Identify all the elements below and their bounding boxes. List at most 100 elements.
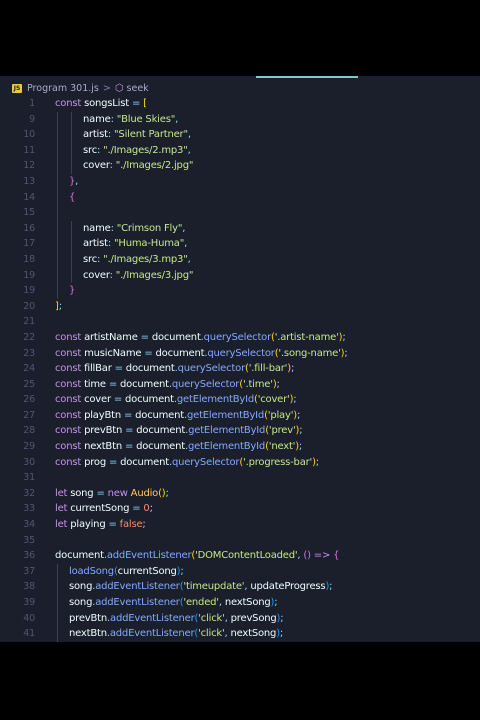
code-token: "Blue Skies" — [116, 113, 176, 125]
code-token: { — [69, 191, 76, 203]
code-token: () — [303, 550, 311, 562]
code-line[interactable]: 30 const prog = document.querySelector('.… — [0, 455, 480, 471]
code-line[interactable]: 16 name: "Crimson Fly", — [0, 221, 480, 237]
code-line[interactable]: 14 { — [0, 190, 480, 206]
code-token: 'DOMContentLoaded' — [195, 550, 298, 562]
code-token: song — [70, 487, 97, 499]
code-line[interactable]: 19 cover: "./Images/3.jpg" — [0, 268, 480, 284]
code-text: const nextBtn = document.getElementById(… — [55, 439, 302, 455]
code-token: '.fill-bar' — [248, 363, 288, 375]
code-text: const songsList = [ — [55, 96, 147, 112]
code-token: 'next' — [268, 441, 296, 453]
line-number: 9 — [29, 113, 35, 125]
code-token: src — [83, 144, 97, 156]
code-line[interactable]: 11 src: "./Images/2.mp3", — [0, 143, 480, 159]
line-number: 19 — [23, 269, 35, 281]
code-line[interactable]: 34 let playing = false; — [0, 517, 480, 533]
code-token: querySelector — [171, 378, 240, 390]
code-text: } — [69, 283, 75, 299]
code-token: querySelector — [177, 363, 246, 375]
code-line[interactable]: 28 const prevBtn = document.getElementByI… — [0, 423, 480, 439]
code-text: song.addEventListener('timeupdate', upda… — [69, 579, 333, 595]
code-token: const — [55, 441, 85, 453]
code-token: ; — [293, 394, 297, 406]
code-token: 'ended' — [183, 597, 219, 608]
code-token: artistName — [84, 331, 141, 343]
code-line[interactable]: 24 const fillBar = document.querySelector… — [0, 361, 480, 377]
code-token: = — [96, 487, 108, 499]
code-line[interactable]: 33 let currentSong = 0; — [0, 501, 480, 517]
code-line[interactable]: 17 artist: "Huma-Huma", — [0, 236, 480, 252]
line-number: 29 — [23, 441, 35, 453]
code-line[interactable]: 19} — [0, 283, 480, 299]
code-line[interactable]: 29 const nextBtn = document.getElementByI… — [0, 439, 480, 455]
code-token: 'cover' — [257, 394, 290, 406]
code-text: name: "Blue Skies", — [83, 112, 178, 128]
code-token: = — [123, 409, 136, 421]
code-line[interactable]: 9 name: "Blue Skies", — [0, 112, 480, 128]
code-line[interactable]: 22 const artistName = document.querySelec… — [0, 330, 480, 346]
breadcrumb-symbol-name[interactable]: seek — [127, 83, 149, 94]
code-token: prevBtn — [69, 612, 108, 624]
code-line[interactable]: 37 loadSong(currentSong); — [0, 564, 480, 580]
line-number: 18 — [23, 253, 35, 265]
js-file-icon: JS — [12, 83, 22, 93]
code-line[interactable]: 32 let song = new Audio(); — [0, 486, 480, 502]
code-token: const — [55, 98, 85, 109]
code-token: addEventListener — [95, 581, 180, 593]
code-token: currentSong — [70, 503, 133, 515]
code-line[interactable]: 23 const musicName = document.querySelect… — [0, 346, 480, 362]
code-token: = — [108, 519, 120, 531]
code-line[interactable]: 41 nextBtn.addEventListener('click', next… — [0, 626, 480, 642]
code-line[interactable]: 21 — [0, 314, 480, 330]
code-token: Audio — [130, 487, 159, 499]
code-token: = — [113, 394, 126, 406]
code-text: song.addEventListener('ended', nextSong)… — [69, 595, 278, 611]
code-token: fillBar — [84, 363, 115, 375]
code-token: const — [55, 456, 85, 468]
breadcrumb[interactable]: JS Program 301.js > ⬡ seek — [0, 79, 480, 97]
code-text: loadSong(currentSong); — [69, 564, 184, 580]
code-text: document.addEventListener('DOMContentLoa… — [55, 548, 340, 564]
code-text: const prog = document.querySelector('.pr… — [55, 455, 319, 471]
code-token: ; — [296, 409, 301, 421]
code-token: let — [55, 487, 71, 499]
code-token: '.time' — [242, 378, 273, 390]
breadcrumb-file-name[interactable]: Program 301.js — [27, 83, 99, 94]
code-line[interactable]: 10 artist: "Silent Partner", — [0, 127, 480, 143]
code-area[interactable]: 1 const songsList = [ 9 name: "Blue Skies",… — [0, 96, 480, 642]
code-token: document — [136, 441, 185, 453]
code-line[interactable]: 25 const time = document.querySelector('.… — [0, 377, 480, 393]
code-line[interactable]: 38 song.addEventListener('timeupdate', up… — [0, 579, 480, 595]
code-line[interactable]: 40 prevBtn.addEventListener('click', prev… — [0, 611, 480, 627]
code-line[interactable]: 1 const songsList = [ — [0, 96, 480, 112]
code-line[interactable]: 26 const cover = document.getElementById(… — [0, 392, 480, 408]
code-line[interactable]: 27 const playBtn = document.getElementByI… — [0, 408, 480, 424]
code-token: document — [136, 425, 186, 437]
code-line[interactable]: 31 — [0, 470, 480, 486]
code-text: }, — [69, 174, 78, 190]
code-line[interactable]: 35 — [0, 533, 480, 549]
code-line[interactable]: 36 document.addEventListener('DOMContentL… — [0, 548, 480, 564]
code-line[interactable]: 18 src: "./Images/3.mp3", — [0, 252, 480, 268]
line-number: 1 — [29, 98, 35, 109]
code-token: = — [131, 98, 144, 109]
code-token: ; — [165, 487, 169, 499]
code-text: cover: "./Images/3.jpg" — [83, 268, 193, 284]
line-number: 13 — [23, 175, 35, 187]
code-line[interactable]: 15 — [0, 205, 480, 221]
code-text: nextBtn.addEventListener('click', nextSo… — [69, 626, 283, 642]
code-token: document — [55, 550, 104, 562]
code-token: name — [83, 113, 111, 125]
code-line[interactable]: 12 cover: "./Images/2.jpg" — [0, 158, 480, 174]
code-token: , — [182, 222, 186, 234]
code-token: '.artist-name' — [274, 331, 339, 343]
code-line[interactable]: 13}, — [0, 174, 480, 190]
code-line[interactable]: 39 song.addEventListener('ended', nextSon… — [0, 595, 480, 611]
code-token: = — [108, 378, 121, 390]
code-line[interactable]: 20]; — [0, 299, 480, 315]
code-token: [ — [143, 98, 147, 109]
code-editor[interactable]: JS Program 301.js > ⬡ seek 1 const songsL… — [0, 76, 480, 642]
code-token: let — [55, 503, 71, 515]
code-token: src — [83, 253, 97, 265]
